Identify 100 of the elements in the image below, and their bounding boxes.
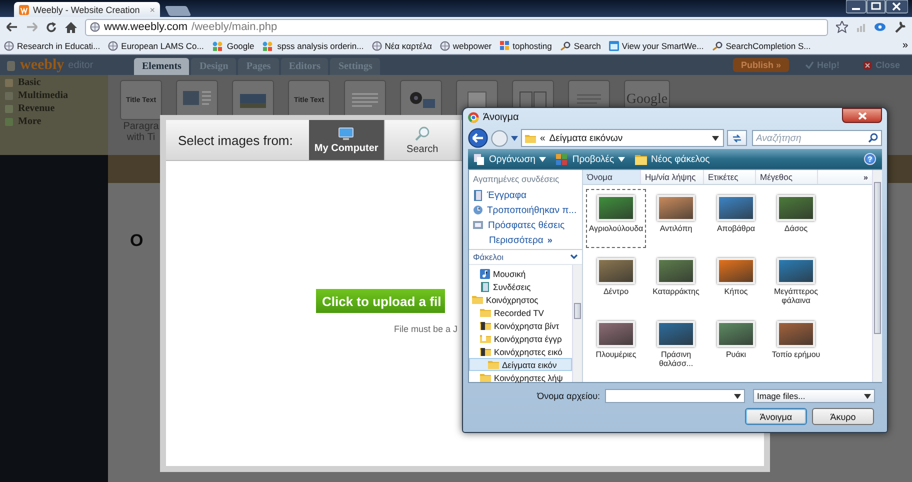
photo-placeholder (777, 321, 815, 347)
more-columns-button[interactable]: » (860, 170, 872, 184)
photo-placeholder (717, 258, 755, 284)
source-tab[interactable]: Search (384, 120, 461, 160)
folder-icon (488, 360, 499, 369)
image-file-item[interactable]: Καταρράκτης (646, 252, 706, 311)
more-bookmarks-button[interactable]: » (902, 40, 908, 51)
column-header[interactable]: Μέγεθος (756, 170, 818, 184)
views-icon (556, 154, 568, 164)
bookmark-link[interactable]: Research in Educati... (4, 40, 100, 50)
browser-tab[interactable]: Weebly - Website Creation × (14, 2, 160, 17)
image-file-item[interactable]: Πλουμέριες (586, 315, 646, 374)
file-name-field[interactable] (605, 389, 745, 403)
photo-placeholder (597, 321, 635, 347)
folder-icon (472, 295, 483, 304)
new-tab-button[interactable] (164, 6, 192, 16)
window-controls[interactable] (846, 0, 908, 14)
home-icon[interactable] (65, 22, 77, 32)
folder-tree-item[interactable]: Κοινόχρηστες λήψ (469, 371, 572, 384)
image-file-item[interactable]: Κήπος (706, 252, 766, 311)
globe-icon (108, 40, 118, 50)
photo-placeholder (657, 258, 695, 284)
folder-tree-item[interactable]: Κοινόχρηστος (469, 293, 572, 306)
folder-tree-item[interactable]: Recorded TV (469, 306, 572, 319)
editor-tab[interactable]: Elements (134, 58, 190, 75)
favorites-heading: Αγαπημένες συνδέσεις (473, 174, 560, 184)
url-field[interactable]: www.weebly.com /weebly/main.php (85, 18, 828, 36)
column-header[interactable]: Όνομα (583, 170, 641, 184)
column-header[interactable]: Ημ/νία λήψης (641, 170, 704, 184)
image-file-item[interactable]: Μεγάπτερος φάλαινα (766, 252, 826, 311)
favorite-link[interactable]: Έγγραφα (473, 188, 582, 202)
folder-tree-item[interactable]: Κοινόχρηστα βίντ (469, 319, 572, 332)
photo-placeholder (777, 258, 815, 284)
bookmark-link[interactable]: European LAMS Co... (108, 40, 204, 50)
image-file-item[interactable]: Δέντρο (586, 252, 646, 311)
views-menu[interactable]: Προβολές (556, 154, 626, 164)
page-title: O (130, 231, 144, 251)
image-file-item[interactable]: Αντιλόπη (646, 189, 706, 248)
file-type-dropdown[interactable]: Image files... (753, 389, 875, 403)
tab-title: Weebly - Website Creation (33, 4, 140, 14)
back-arrow-icon[interactable] (6, 22, 18, 32)
globe-icon (440, 40, 450, 50)
breadcrumb-chevron: « (540, 132, 546, 144)
reload-icon[interactable] (46, 22, 57, 32)
folder-tree-item[interactable]: Δείγματα εικόν (469, 358, 572, 371)
organize-menu[interactable]: Οργάνωση (474, 154, 546, 164)
image-file-item[interactable]: Τοπίο ερήμου (766, 315, 826, 374)
open-button[interactable]: Άνοιγμα (745, 408, 807, 425)
image-file-item[interactable]: Αγριολούλουδα (586, 189, 646, 248)
bookmark-link[interactable]: Νέα καρτέλα (372, 40, 432, 50)
breadcrumb-item: Δείγματα εικόνων (549, 132, 623, 144)
extension-icon[interactable] (874, 22, 886, 32)
photo-placeholder (597, 195, 635, 221)
refresh-button[interactable] (727, 130, 747, 146)
folder-tree-item[interactable]: Μουσική (469, 267, 572, 280)
image-file-item[interactable]: Ρυάκι (706, 315, 766, 374)
dropdown-caret-icon (864, 394, 871, 398)
video-folder-icon (480, 321, 491, 330)
refresh-icon (732, 134, 742, 142)
photo-placeholder (657, 195, 695, 221)
bookmark-link[interactable]: tophosting (500, 40, 552, 50)
bookmark-link[interactable]: SearchCompletion S... (712, 40, 811, 50)
more-link[interactable]: Περισσότερα » (473, 233, 582, 247)
source-tab[interactable]: My Computer (308, 120, 385, 160)
folder-tree-item[interactable]: Συνδέσεις (469, 280, 572, 293)
bookmark-link[interactable]: webpower (440, 40, 492, 50)
folder-tree-item[interactable]: Κοινόχρηστες εικό (469, 345, 572, 358)
close-button[interactable] (842, 108, 882, 123)
chevron-icon[interactable] (570, 254, 578, 260)
folder-icon (525, 134, 536, 142)
image-file-item[interactable]: Αποβάθρα (706, 189, 766, 248)
bookmark-link[interactable]: View your SmartWe... (608, 40, 704, 50)
close-icon (858, 112, 866, 120)
music-icon (480, 268, 490, 278)
new-folder-button[interactable]: Νέος φάκελος (635, 154, 710, 164)
calendar-icon (608, 40, 619, 50)
search-icon (560, 40, 571, 50)
dropdown-caret-icon (712, 136, 719, 140)
favorite-link[interactable]: Τροποποιήθηκαν π... (473, 203, 582, 217)
breadcrumb-bar[interactable]: « Δείγματα εικόνων (521, 129, 724, 147)
image-file-item[interactable]: Πράσινη θαλάσσ... (646, 315, 706, 374)
globe-icon (4, 40, 14, 50)
bookmark-link[interactable]: Google (212, 40, 254, 50)
image-file-item[interactable]: Δάσος (766, 189, 826, 248)
bookmark-link[interactable]: Search (560, 40, 601, 50)
browser-logo-icon (468, 112, 479, 123)
bookmark-link[interactable]: spss analysis orderin... (262, 40, 364, 50)
wrench-icon[interactable] (894, 21, 906, 33)
back-button[interactable] (468, 128, 488, 148)
photo-placeholder (777, 195, 815, 221)
column-header[interactable]: Ετικέτες (704, 170, 756, 184)
photo-placeholder (717, 321, 755, 347)
favorite-link[interactable]: Πρόσφατες θέσεις (473, 218, 582, 232)
cancel-button[interactable]: Άκυρο (812, 408, 874, 425)
magnifier-icon (414, 126, 430, 142)
photo-placeholder (597, 258, 635, 284)
star-icon[interactable] (836, 21, 848, 33)
folder-tree-item[interactable]: Κοινόχρηστα έγγρ (469, 332, 572, 345)
video-folder-icon (480, 347, 491, 356)
globe-icon (372, 40, 382, 50)
